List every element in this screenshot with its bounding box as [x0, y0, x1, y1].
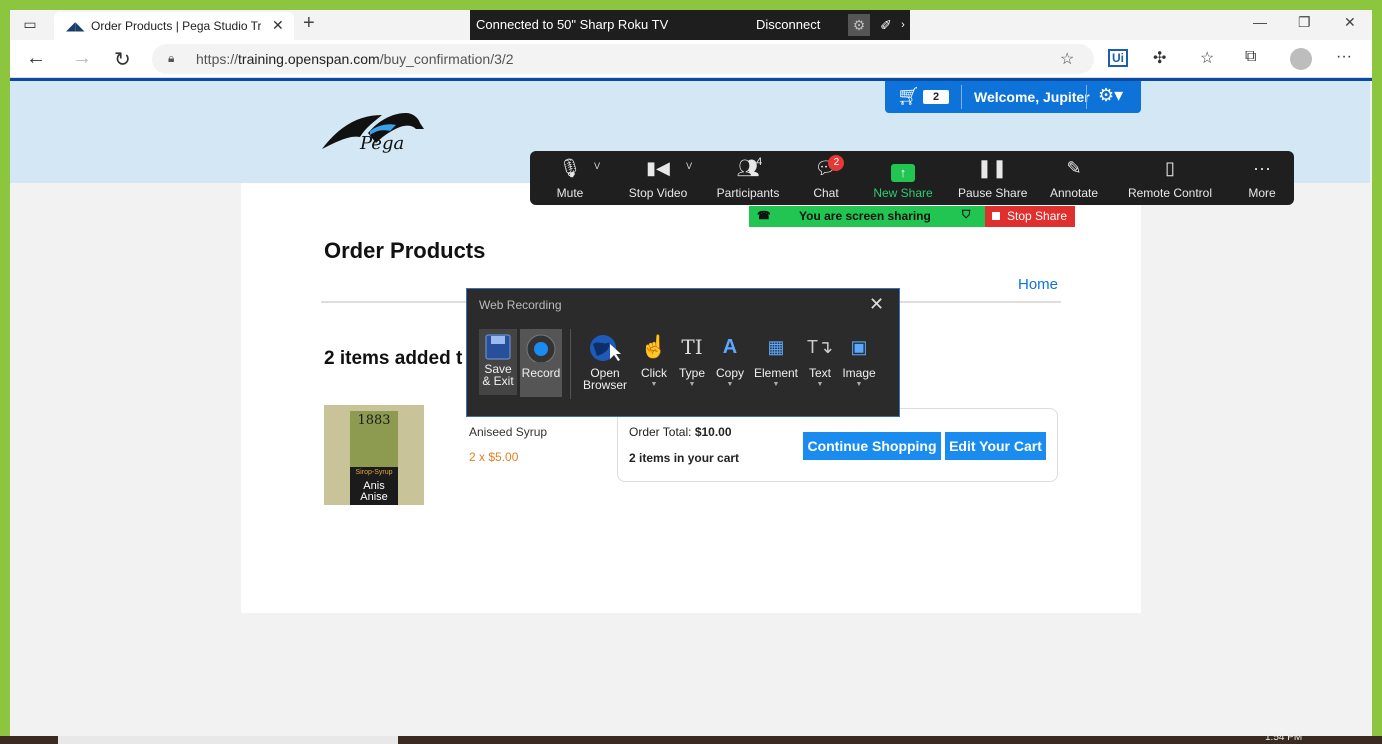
- save-exit-button[interactable]: Save & Exit: [479, 329, 517, 395]
- pause-share-button[interactable]: ❚❚ Pause Share: [958, 151, 1027, 205]
- cart-summary: Order Total: $10.00 2 items in your cart…: [617, 408, 1058, 482]
- pencil-icon: ✎: [1066, 158, 1082, 178]
- user-bar: 🛒︎ 2 Welcome, Jupiter ⚙▾: [885, 81, 1141, 113]
- element-icon: ▦: [767, 337, 785, 357]
- text-button[interactable]: T↴ Text ▼: [803, 329, 837, 391]
- taskbar-clock: 1:54 PM: [1265, 732, 1303, 743]
- pega-logo-text: Pega: [360, 133, 405, 154]
- annotate-button[interactable]: ✎ Annotate: [1046, 151, 1102, 205]
- uipath-extension-icon[interactable]: Ui: [1108, 49, 1128, 67]
- edit-cart-button[interactable]: Edit Your Cart: [945, 432, 1046, 460]
- globe-cursor-icon: [590, 335, 621, 361]
- collections-icon[interactable]: ⧉: [1245, 48, 1256, 66]
- click-pointer-icon: ☝: [640, 334, 668, 359]
- participants-button[interactable]: 👥︎ 4 Participants: [714, 151, 782, 205]
- minimize-icon[interactable]: —: [1253, 14, 1267, 30]
- more-button[interactable]: ··· More: [1242, 151, 1282, 205]
- video-camera-icon: ▮◀: [646, 158, 670, 178]
- cart-icon[interactable]: 🛒︎: [897, 86, 920, 107]
- welcome-text[interactable]: Welcome, Jupiter: [974, 89, 1090, 105]
- cast-title: Connected to 50" Sharp Roku TV: [476, 17, 669, 32]
- more-dots-icon: ···: [1253, 158, 1271, 178]
- taskbar-strip: 1:54 PM: [0, 732, 1382, 744]
- add-favorite-icon[interactable]: ☆: [1060, 49, 1074, 69]
- stop-video-button[interactable]: ▮◀ ᐯ Stop Video: [622, 151, 694, 205]
- close-window-icon[interactable]: ✕: [1344, 14, 1356, 31]
- chevron-right-icon[interactable]: ›: [898, 14, 908, 36]
- extensions-icon[interactable]: ✣: [1153, 48, 1166, 68]
- product-image-label: Sirop-Syrup: [355, 469, 393, 476]
- stop-square-icon: [992, 212, 1000, 220]
- type-button[interactable]: TI Type ▼: [675, 329, 709, 391]
- product-price: 2 x $5.00: [469, 450, 519, 464]
- url-input[interactable]: 🔒︎ https://training.openspan.com/buy_con…: [152, 44, 1094, 74]
- lock-icon[interactable]: 🔒︎: [168, 51, 174, 66]
- click-button[interactable]: ☝ Click ▼: [635, 329, 673, 391]
- page-title: Order Products: [324, 238, 486, 263]
- microphone-icon: 🎙︎: [558, 158, 582, 178]
- chat-button[interactable]: 💬︎ 2 Chat: [806, 151, 846, 205]
- type-icon: TI: [681, 335, 703, 359]
- image-button[interactable]: ▣ Image ▼: [839, 329, 879, 391]
- product-image-year: 1883: [357, 413, 391, 428]
- record-button[interactable]: Record: [520, 329, 562, 397]
- favorites-icon[interactable]: ☆: [1200, 48, 1214, 68]
- new-tab-button[interactable]: +: [303, 12, 315, 35]
- share-arrow-icon: ↑: [870, 161, 936, 182]
- pin-icon[interactable]: ✐: [875, 14, 897, 36]
- tab-title: Order Products | Pega Studio Tra: [91, 19, 261, 33]
- settings-gear-icon[interactable]: ⚙▾: [1098, 85, 1123, 106]
- disconnect-button[interactable]: Disconnect: [756, 17, 820, 32]
- back-icon[interactable]: ←: [26, 47, 46, 70]
- continue-shopping-button[interactable]: Continue Shopping: [803, 432, 941, 460]
- forward-icon[interactable]: →: [72, 47, 92, 70]
- shield-icon: ⛉: [962, 209, 971, 221]
- participants-icon: 👥︎: [736, 158, 760, 178]
- close-icon[interactable]: ✕: [869, 294, 884, 315]
- record-icon: [526, 334, 556, 362]
- text-icon: T↴: [806, 337, 834, 357]
- refresh-icon[interactable]: ↻: [114, 47, 131, 72]
- cart-items-count: 2 items in your cart: [629, 451, 740, 465]
- product-image-name: Anis Anise: [360, 480, 388, 503]
- product-image[interactable]: 1883 Sirop-Syrup Anis Anise: [324, 405, 424, 505]
- element-button[interactable]: ▦ Element ▼: [753, 329, 799, 391]
- browser-tab[interactable]: ◢◣ Order Products | Pega Studio Tra ✕: [54, 12, 294, 40]
- screen-sharing-indicator[interactable]: ☎ You are screen sharing ⛉: [749, 206, 985, 227]
- copy-icon: A: [722, 336, 738, 358]
- phone-icon: ☎: [757, 210, 771, 222]
- tab-actions-icon[interactable]: ▭: [20, 15, 40, 33]
- items-added-heading: 2 items added t: [324, 348, 463, 369]
- order-total: Order Total: $10.00: [629, 425, 732, 439]
- cast-bar: Connected to 50" Sharp Roku TV Disconnec…: [470, 10, 910, 40]
- remote-control-button[interactable]: ▯ Remote Control: [1126, 151, 1214, 205]
- zoom-toolbar: 🎙︎ ᐯ Mute ▮◀ ᐯ Stop Video 👥︎ 4 Participa…: [530, 151, 1294, 205]
- stop-share-button[interactable]: Stop Share: [985, 206, 1075, 227]
- profile-avatar[interactable]: [1290, 48, 1312, 70]
- product-name: Aniseed Syrup: [469, 425, 548, 439]
- address-toolbar: ← → ↻ 🔒︎ https://training.openspan.com/b…: [10, 40, 1372, 78]
- pause-icon: ❚❚: [976, 158, 1008, 178]
- pega-favicon-icon: ◢◣: [66, 19, 85, 33]
- home-link[interactable]: Home: [1018, 276, 1058, 293]
- image-icon: ▣: [850, 337, 868, 357]
- new-share-button[interactable]: ↑ New Share: [870, 151, 936, 205]
- more-menu-icon[interactable]: ···: [1336, 48, 1352, 66]
- restore-icon[interactable]: ❐: [1298, 14, 1311, 31]
- close-tab-icon[interactable]: ✕: [272, 17, 284, 34]
- mute-button[interactable]: 🎙︎ ᐯ Mute: [544, 151, 601, 205]
- url-text: https://training.openspan.com/buy_confir…: [196, 51, 514, 67]
- dialog-title: Web Recording: [479, 298, 562, 312]
- floppy-disk-icon: [485, 334, 511, 360]
- cart-count-badge[interactable]: 2: [923, 90, 949, 104]
- open-browser-button[interactable]: Open Browser: [579, 329, 631, 391]
- copy-button[interactable]: A Copy ▼: [713, 329, 747, 391]
- mouse-icon: ▯: [1165, 158, 1175, 178]
- participants-count: 4: [756, 156, 763, 168]
- settings-icon[interactable]: ⚙: [848, 14, 870, 36]
- web-recording-dialog: Web Recording ✕ Save & Exit Record Open …: [466, 288, 900, 417]
